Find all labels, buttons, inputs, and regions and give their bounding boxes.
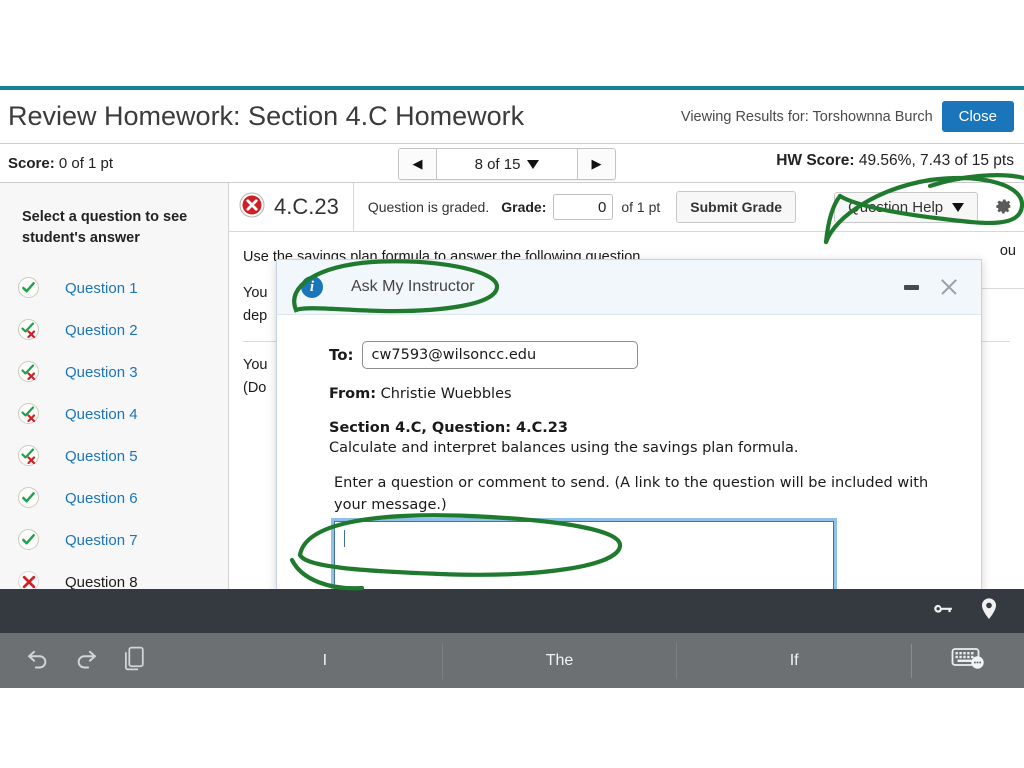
bottom-blank-area <box>0 688 1024 768</box>
ask-my-instructor-dialog: i Ask My Instructor To: From: Christie W… <box>276 259 982 591</box>
suggestion-list: I The If <box>208 642 911 679</box>
keyboard-left-icons <box>0 645 208 677</box>
red-x-circle-icon <box>239 192 265 223</box>
chevron-down-icon <box>952 202 965 212</box>
hw-score-display: HW Score: 49.56%, 7.43 of 15 pts <box>776 152 1014 170</box>
question-sidebar: Select a question to see student's answe… <box>0 183 229 589</box>
section-description: Calculate and interpret balances using t… <box>329 440 799 456</box>
close-x-icon[interactable] <box>939 277 959 297</box>
question-toolbar: 4.C.23 Question is graded. Grade: of 1 p… <box>229 183 1024 232</box>
sidebar-question-list: Question 1 Question 2 Question 3 Questio… <box>0 267 228 589</box>
from-row: From: Christie Wuebbles <box>329 386 945 402</box>
question-help-label: Question Help <box>848 198 944 216</box>
sidebar-item-label: Question 5 <box>65 447 138 465</box>
status-correct-icon <box>18 487 40 509</box>
top-blank-area <box>0 0 1024 86</box>
score-label: Score: <box>8 154 55 172</box>
question-paragraph-2-l2: (Do <box>243 379 267 396</box>
minimize-icon[interactable] <box>904 284 919 290</box>
status-correct-icon <box>18 277 40 299</box>
question-number: 4.C.23 <box>274 194 339 219</box>
sidebar-item-label: Question 7 <box>65 531 138 549</box>
page-title: Review Homework: Section 4.C Homework <box>8 101 525 131</box>
key-icon[interactable] <box>930 596 956 627</box>
sidebar-item-label: Question 6 <box>65 489 138 507</box>
grade-label: Grade: <box>501 199 547 215</box>
grade-input[interactable] <box>553 194 614 220</box>
sidebar-item-question-7[interactable]: Question 7 <box>0 519 228 561</box>
to-label: To: <box>329 346 354 364</box>
dialog-window-controls <box>904 277 959 297</box>
gear-icon[interactable] <box>991 195 1015 219</box>
sidebar-item-question-5[interactable]: Question 5 <box>0 435 228 477</box>
status-partial-icon <box>18 403 40 425</box>
question-paragraph-1-l1: You <box>243 285 268 302</box>
pager-label-text: 8 of 15 <box>474 155 521 173</box>
chevron-down-icon <box>527 159 540 169</box>
dialog-title: Ask My Instructor <box>351 278 475 295</box>
score-value: 0 of 1 pt <box>58 154 114 172</box>
question-help-button[interactable]: Question Help <box>834 191 979 223</box>
message-hint: Enter a question or comment to send. (A … <box>334 475 929 513</box>
sidebar-item-label: Question 1 <box>65 279 138 297</box>
triangle-right-icon[interactable]: ▶ <box>577 149 615 179</box>
suggestion-item-2[interactable]: The <box>443 642 678 679</box>
sidebar-item-question-6[interactable]: Question 6 <box>0 477 228 519</box>
hw-score-value: 49.56%, 7.43 of 15 pts <box>858 152 1014 169</box>
sidebar-item-label: Question 8 <box>65 573 138 589</box>
status-partial-icon <box>18 319 40 341</box>
status-incorrect-icon <box>18 571 40 589</box>
sidebar-item-question-2[interactable]: Question 2 <box>0 309 228 351</box>
dialog-body: To: From: Christie Wuebbles Section 4.C,… <box>277 315 981 590</box>
question-identity: 4.C.23 <box>239 183 354 231</box>
screen-root: Review Homework: Section 4.C Homework Vi… <box>0 0 1024 768</box>
suggestion-item-3[interactable]: If <box>677 643 911 679</box>
sidebar-item-question-8[interactable]: Question 8 <box>0 561 228 589</box>
close-button[interactable]: Close <box>941 101 1014 132</box>
from-value: Christie Wuebbles <box>380 386 512 402</box>
from-label: From: <box>329 386 376 402</box>
submit-grade-button[interactable]: Submit Grade <box>676 191 797 223</box>
dialog-titlebar: i Ask My Instructor <box>277 260 981 315</box>
status-correct-icon <box>18 529 40 551</box>
sidebar-item-label: Question 4 <box>65 405 138 423</box>
sidebar-item-label: Question 3 <box>65 363 138 381</box>
question-paragraph-2-l1: You <box>243 357 268 374</box>
status-partial-icon <box>18 361 40 383</box>
keyboard-settings-icon[interactable] <box>951 645 985 676</box>
to-row: To: <box>329 341 945 369</box>
text-cursor <box>344 529 345 547</box>
graded-status-text: Question is graded. <box>367 199 490 215</box>
location-pin-icon[interactable] <box>976 596 1002 627</box>
hw-score-label: HW Score: <box>776 152 855 169</box>
info-circle-icon: i <box>301 276 323 298</box>
question-right-fragment: ou <box>999 243 1016 259</box>
question-paragraph-1-l2: dep <box>243 307 268 324</box>
sidebar-heading: Select a question to see student's answe… <box>22 209 188 247</box>
question-pager[interactable]: ◀ 8 of 15 ▶ <box>398 148 616 180</box>
section-question-line: Section 4.C, Question: 4.C.23 <box>329 420 568 436</box>
to-email-input[interactable] <box>361 341 638 369</box>
keyboard-right-group <box>911 643 1024 678</box>
grade-max-label: of 1 pt <box>621 199 661 215</box>
score-display: Score: 0 of 1 pt <box>8 155 113 172</box>
sidebar-item-label: Question 2 <box>65 321 138 339</box>
message-textarea[interactable] <box>331 517 837 590</box>
clipboard-icon[interactable] <box>122 645 147 677</box>
undo-icon[interactable] <box>24 645 51 677</box>
suggestion-item-1[interactable]: I <box>208 642 443 679</box>
viewing-results-label: Viewing Results for: Torshownna Burch <box>680 108 933 125</box>
system-status-bar <box>0 589 1024 633</box>
triangle-left-icon[interactable]: ◀ <box>399 149 437 179</box>
keyboard-suggestion-bar: I The If <box>0 633 1024 688</box>
redo-icon[interactable] <box>73 645 100 677</box>
sidebar-item-question-1[interactable]: Question 1 <box>0 267 228 309</box>
pager-dropdown[interactable]: 8 of 15 <box>437 149 577 179</box>
status-partial-icon <box>18 445 40 467</box>
app-header: Review Homework: Section 4.C Homework Vi… <box>0 90 1024 144</box>
sidebar-item-question-4[interactable]: Question 4 <box>0 393 228 435</box>
sidebar-item-question-3[interactable]: Question 3 <box>0 351 228 393</box>
header-right-group: Viewing Results for: Torshownna Burch Cl… <box>681 101 1014 132</box>
